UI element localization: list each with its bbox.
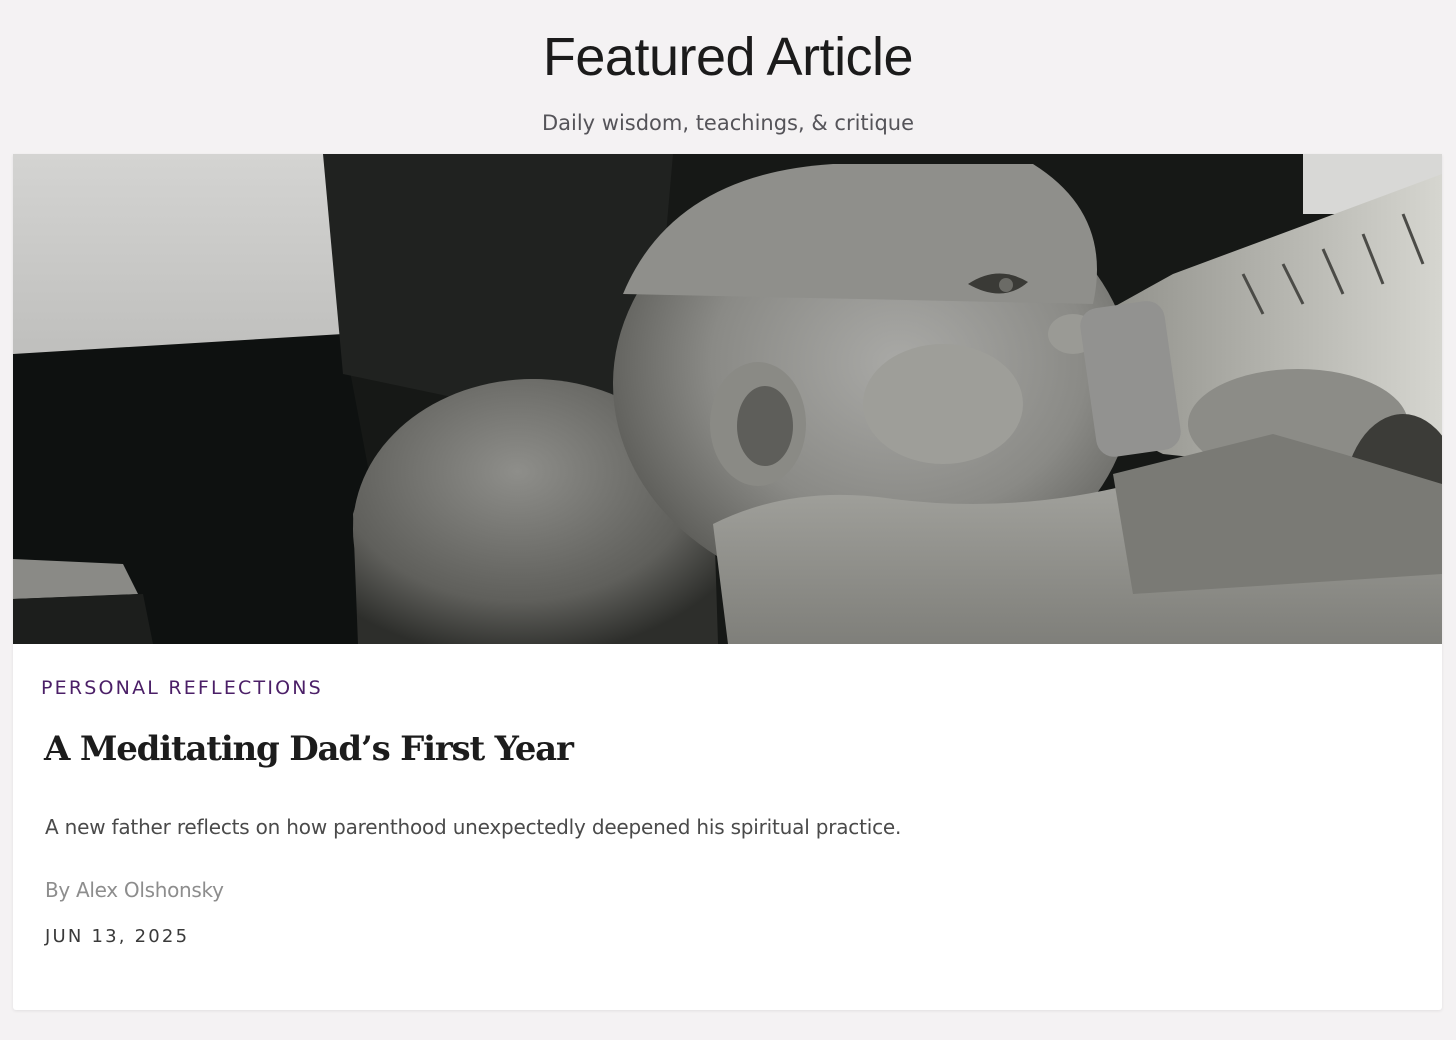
featured-article-card[interactable]: PERSONAL REFLECTIONS A Meditating Dad’s … <box>13 154 1442 1010</box>
featured-header: Featured Article Daily wisdom, teachings… <box>0 0 1456 154</box>
article-excerpt: A new father reflects on how parenthood … <box>45 815 902 839</box>
category-link[interactable]: PERSONAL REFLECTIONS <box>41 675 323 701</box>
author-byline[interactable]: By Alex Olshonsky <box>45 875 224 905</box>
publish-date: JUN 13, 2025 <box>45 926 190 947</box>
page-title: Featured Article <box>542 27 914 87</box>
baby-bottle-feeding-photo <box>13 154 1442 644</box>
article-title[interactable]: A Meditating Dad’s First Year <box>44 724 574 774</box>
article-hero-image[interactable] <box>13 154 1442 644</box>
page-subtitle: Daily wisdom, teachings, & critique <box>541 111 915 135</box>
